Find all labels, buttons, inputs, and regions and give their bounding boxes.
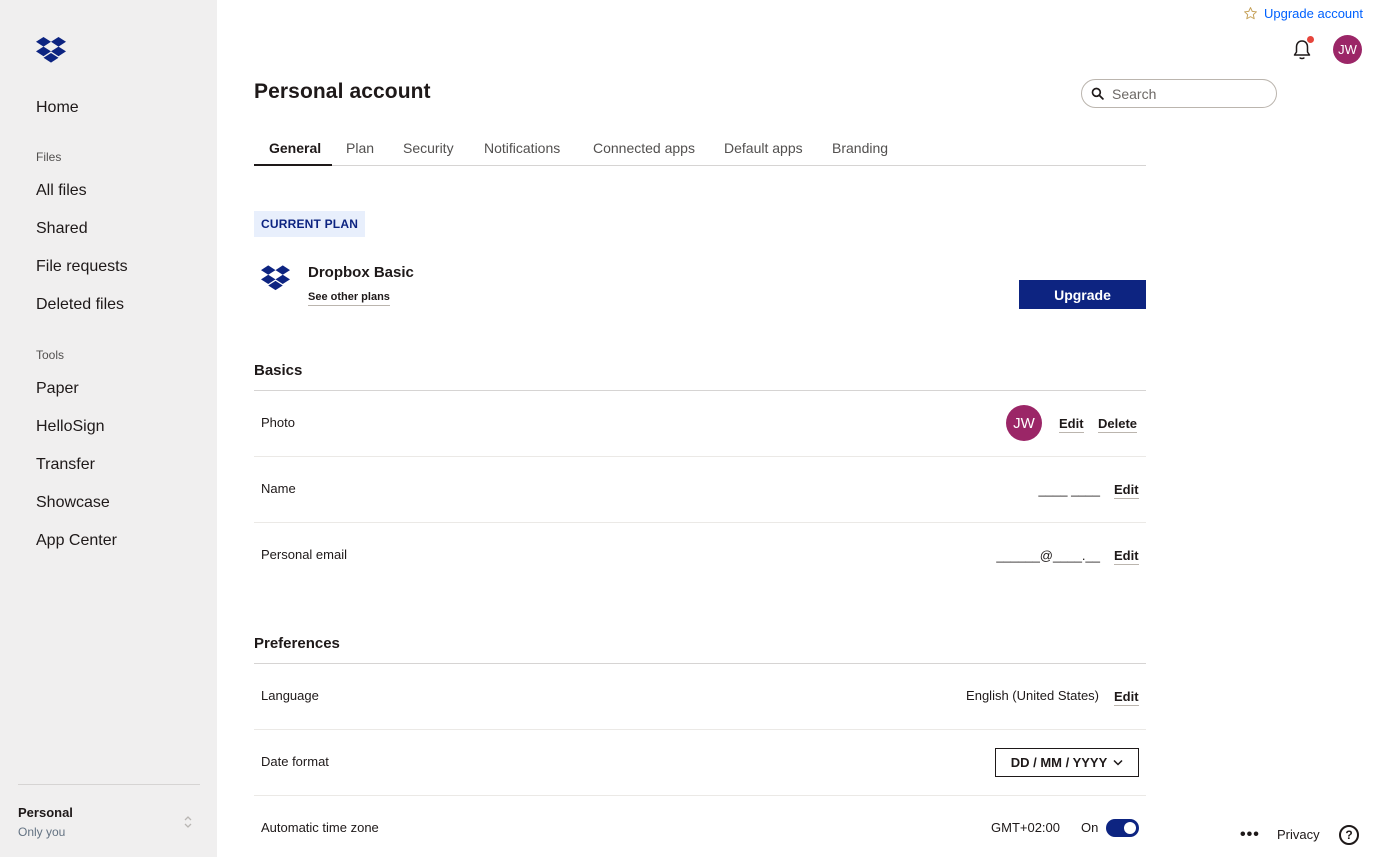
plan-name: Dropbox Basic [308, 264, 414, 281]
current-plan-badge: CURRENT PLAN [254, 211, 366, 237]
star-icon [1244, 7, 1257, 20]
search-icon [1091, 87, 1104, 100]
search-box[interactable] [1081, 79, 1277, 108]
basics-divider [254, 390, 1146, 391]
sidebar-group-files: Files [36, 150, 62, 164]
sidebar-item-home[interactable]: Home [36, 99, 79, 117]
sidebar-divider [18, 784, 200, 785]
name-value: ____ ____ [1038, 482, 1100, 497]
account-switcher-subtitle: Only you [18, 825, 66, 839]
notification-badge [1307, 36, 1314, 43]
row-divider [254, 729, 1146, 730]
chevron-up-down-icon[interactable] [182, 812, 194, 832]
active-tab-indicator [254, 164, 332, 166]
sidebar-item-paper[interactable]: Paper [36, 380, 79, 398]
tab-default-apps[interactable]: Default apps [724, 140, 803, 156]
edit-language-button[interactable]: Edit [1114, 689, 1139, 706]
language-value: English (United States) [966, 688, 1099, 703]
privacy-link[interactable]: Privacy [1277, 827, 1320, 842]
sidebar-item-app-center[interactable]: App Center [36, 532, 117, 550]
edit-photo-button[interactable]: Edit [1059, 416, 1084, 433]
tab-notifications[interactable]: Notifications [484, 140, 560, 156]
sidebar-item-transfer[interactable]: Transfer [36, 456, 95, 474]
timezone-toggle-state: On [1081, 820, 1099, 835]
delete-photo-button[interactable]: Delete [1098, 416, 1138, 433]
row-divider [254, 522, 1146, 523]
dropbox-plan-icon [261, 265, 290, 291]
help-icon[interactable]: ? [1339, 825, 1359, 845]
chevron-down-icon [1113, 759, 1123, 766]
date-format-value: DD / MM / YYYY [1010, 755, 1108, 770]
tab-plan[interactable]: Plan [346, 140, 374, 156]
sidebar-item-all-files[interactable]: All files [36, 182, 87, 200]
tab-general[interactable]: General [269, 140, 321, 156]
upgrade-account-label: Upgrade account [1263, 6, 1363, 21]
sidebar: Home Files All files Shared File request… [0, 0, 217, 857]
account-switcher-name[interactable]: Personal [18, 805, 73, 820]
sidebar-item-hellosign[interactable]: HelloSign [36, 418, 104, 436]
timezone-label: Automatic time zone [261, 820, 379, 835]
sidebar-item-deleted-files[interactable]: Deleted files [36, 296, 124, 314]
page-title: Personal account [254, 80, 431, 103]
edit-name-button[interactable]: Edit [1114, 482, 1139, 499]
dropbox-logo-icon[interactable] [36, 37, 66, 63]
sidebar-item-shared[interactable]: Shared [36, 220, 88, 238]
sidebar-item-showcase[interactable]: Showcase [36, 494, 110, 512]
basics-section-title: Basics [254, 362, 303, 379]
upgrade-button[interactable]: Upgrade [1019, 280, 1146, 309]
timezone-value: GMT+02:00 [991, 820, 1061, 835]
timezone-toggle[interactable] [1106, 819, 1139, 837]
profile-photo-avatar: JW [1006, 405, 1042, 441]
preferences-section-title: Preferences [254, 635, 340, 652]
row-divider [254, 456, 1146, 457]
language-label: Language [261, 688, 319, 703]
row-divider [254, 795, 1146, 796]
upgrade-account-link[interactable]: Upgrade account [1243, 6, 1363, 21]
tab-branding[interactable]: Branding [832, 140, 888, 156]
see-other-plans-link[interactable]: See other plans [308, 291, 390, 306]
tab-security[interactable]: Security [403, 140, 454, 156]
search-input[interactable] [1112, 85, 1262, 102]
more-options-button[interactable]: ••• [1240, 826, 1260, 844]
photo-label: Photo [261, 415, 295, 430]
avatar[interactable]: JW [1333, 35, 1362, 64]
sidebar-item-file-requests[interactable]: File requests [36, 258, 128, 276]
toggle-knob [1124, 822, 1136, 834]
sidebar-group-tools: Tools [36, 348, 65, 362]
date-format-label: Date format [261, 754, 329, 769]
name-label: Name [261, 481, 296, 496]
edit-email-button[interactable]: Edit [1114, 548, 1139, 565]
preferences-divider [254, 663, 1146, 664]
email-value: ______@____.__ [996, 548, 1100, 563]
settings-tabs: General Plan Security Notifications Conn… [254, 130, 1146, 166]
date-format-select[interactable]: DD / MM / YYYY [995, 748, 1139, 777]
email-label: Personal email [261, 547, 347, 562]
tab-connected-apps[interactable]: Connected apps [593, 140, 695, 156]
